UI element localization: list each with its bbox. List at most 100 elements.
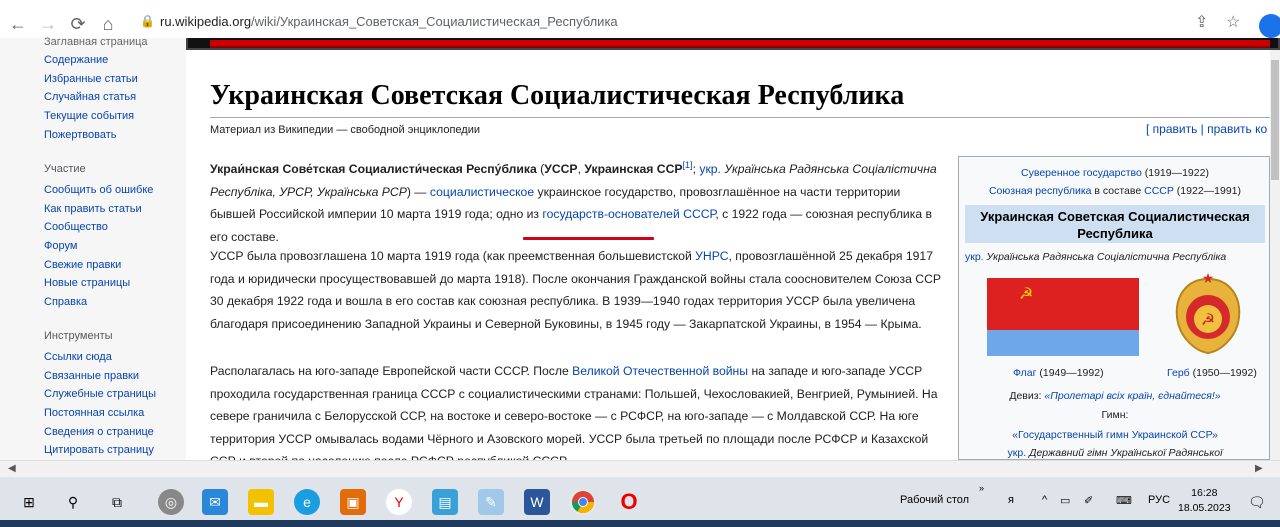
pen-icon[interactable]: ✐ [1084, 494, 1093, 507]
share-icon[interactable]: ⇪ [1195, 12, 1208, 32]
windows-start-icon[interactable]: ⊞ [16, 489, 42, 515]
forward-arrow-icon[interactable]: → [36, 12, 60, 36]
chrome-icon[interactable] [570, 489, 596, 515]
desktop-toolbar-label[interactable]: Рабочий стол [900, 494, 969, 506]
sidebar-item-links-here[interactable]: Ссылки сюда [44, 351, 112, 363]
flag-image[interactable]: ☭ [987, 278, 1139, 356]
url-path: /wiki/Украинская_Советская_Социалистичес… [251, 14, 618, 29]
sidebar-item-community[interactable]: Сообщество [44, 221, 108, 233]
search-icon[interactable]: ⚲ [60, 489, 86, 515]
app-icon-2[interactable]: ▣ [340, 489, 366, 515]
text: Державний гімн Української Радянської [1026, 447, 1223, 459]
clock[interactable]: 16:28 18.05.2023 [1178, 486, 1231, 516]
sidebar-item-recent-changes[interactable]: Свежие правки [44, 259, 121, 271]
coat-caption: Герб (1950—1992) [1167, 367, 1257, 379]
edit-link[interactable]: [ править | править ко [1146, 122, 1267, 136]
network-icon[interactable]: ▭ [1060, 494, 1070, 507]
app-icon-1[interactable]: ◎ [158, 489, 184, 515]
svg-text:☭: ☭ [1201, 310, 1215, 329]
socialist-link[interactable]: социалистическое [430, 185, 534, 199]
text: (1919—1922) [1141, 167, 1209, 179]
ukr-link[interactable]: укр. [965, 251, 984, 263]
paragraph-proclamation: УССР была провозглашена 10 марта 1919 го… [210, 245, 946, 335]
keyboard-icon[interactable]: ⌨ [1116, 494, 1132, 507]
sidebar-item-contents[interactable]: Содержание [44, 54, 108, 66]
union-republic-link[interactable]: Союзная республика [989, 185, 1092, 197]
infobox: Суверенное государство (1919—1922) Союзн… [958, 156, 1270, 460]
coat-of-arms-image[interactable]: ☭ ★ [1171, 265, 1245, 357]
text: ; одно из [489, 207, 543, 222]
red-underline-annotation [523, 237, 654, 240]
infobox-ukrainian-name: укр. Українська Радянська Соціалістична … [965, 251, 1265, 263]
opera-icon[interactable]: O [616, 489, 642, 515]
footnote-link[interactable]: [1] [683, 160, 693, 170]
lock-icon[interactable]: 🔒 [140, 14, 155, 28]
app-icon-3[interactable]: ▤ [432, 489, 458, 515]
sidebar-heading-participation: Участие [44, 163, 86, 175]
anthem-ukr: укр. Державний гімн Української Радянськ… [959, 447, 1271, 459]
ukr-link[interactable]: укр. [699, 162, 721, 176]
motto-text[interactable]: «Пролетарі всіх країн, єднайтеся!» [1041, 390, 1220, 402]
scroll-left-icon[interactable]: ◀ [8, 463, 16, 474]
scroll-right-icon[interactable]: ▶ [1255, 463, 1263, 474]
sidebar-item-main[interactable]: Заглавная страница [44, 36, 148, 48]
sidebar-item-page-info[interactable]: Сведения о странице [44, 426, 154, 438]
sidebar-item-donate[interactable]: Пожертвовать [44, 129, 117, 141]
chevron-right-icon[interactable]: » [979, 483, 984, 493]
sidebar-item-forum[interactable]: Форум [44, 240, 77, 252]
mail-icon[interactable]: ✉ [202, 489, 228, 515]
flag-blue-band [987, 330, 1139, 356]
text: ) — [406, 184, 430, 199]
sidebar-item-featured[interactable]: Избранные статьи [44, 73, 138, 85]
sidebar-item-report-error[interactable]: Сообщить об ошибке [44, 184, 153, 196]
file-explorer-icon[interactable]: ▬ [248, 489, 274, 515]
url-host: ru.wikipedia.org [160, 14, 252, 29]
sovereign-state-link[interactable]: Суверенное государство [1021, 167, 1142, 179]
abbr-ussr: УССР [544, 162, 578, 177]
notifications-icon[interactable]: 🗨 [1248, 494, 1266, 511]
back-arrow-icon[interactable]: ← [6, 12, 30, 36]
sidebar-item-permanent-link[interactable]: Постоянная ссылка [44, 407, 144, 419]
reload-icon[interactable]: ⟳ [66, 12, 90, 36]
founders-link[interactable]: государств-основателей СССР [542, 207, 715, 221]
great-patriotic-war-link[interactable]: Великой Отечественной войны [572, 364, 748, 378]
chevron-up-icon[interactable]: ^ [1042, 494, 1047, 506]
sidebar-item-how-to-edit[interactable]: Как править статьи [44, 203, 142, 215]
infobox-motto: Девиз: «Пролетарі всіх країн, єднайтеся!… [959, 390, 1271, 402]
ussr-link[interactable]: СССР [1144, 185, 1174, 197]
people-icon[interactable]: ᴙ [1008, 494, 1014, 506]
language-indicator[interactable]: РУС [1148, 494, 1170, 506]
edge-icon[interactable]: e [294, 489, 320, 515]
vertical-scrollbar[interactable] [1270, 50, 1280, 460]
task-view-icon[interactable]: ⧉ [104, 489, 130, 515]
sidebar-item-random[interactable]: Случайная статья [44, 91, 136, 103]
yandex-icon[interactable]: Y [386, 489, 412, 515]
edit-links[interactable]: [ править | править ко [1146, 122, 1267, 136]
home-icon[interactable]: ⌂ [96, 12, 120, 36]
flag-link[interactable]: Флаг [1013, 367, 1036, 379]
sidebar-item-help[interactable]: Справка [44, 296, 87, 308]
sidebar-item-cite[interactable]: Цитировать страницу [44, 444, 154, 456]
sidebar-heading-tools: Инструменты [44, 330, 113, 342]
anthem-link[interactable]: «Государственный гимн Украинской ССР» [959, 429, 1271, 441]
profile-avatar[interactable] [1259, 14, 1280, 38]
sidebar-item-new-pages[interactable]: Новые страницы [44, 277, 130, 289]
page-title: Украинская Советская Социалистическая Ре… [210, 80, 905, 111]
bookmark-star-icon[interactable]: ☆ [1226, 12, 1240, 32]
sidebar-item-related-changes[interactable]: Связанные правки [44, 370, 139, 382]
text: Располагалась на юго-западе Европейской … [210, 364, 573, 378]
ukr-link-2[interactable]: укр. [1008, 447, 1027, 459]
paint-icon[interactable]: ✎ [478, 489, 504, 515]
word-icon[interactable]: W [524, 489, 550, 515]
coat-link[interactable]: Герб [1167, 367, 1190, 379]
sidebar: Заглавная страница Содержание Избранные … [0, 36, 186, 460]
bottom-edge [0, 520, 1280, 527]
sidebar-item-current-events[interactable]: Текущие события [44, 110, 134, 122]
horizontal-scrollbar[interactable]: ◀ ▶ [0, 460, 1280, 477]
address-bar[interactable]: ru.wikipedia.org/wiki/Украинская_Советск… [160, 14, 618, 29]
text: (1922—1991) [1173, 185, 1242, 197]
scrollbar-thumb[interactable] [1271, 60, 1279, 180]
unrs-link[interactable]: УНРС [695, 249, 728, 263]
sidebar-item-special-pages[interactable]: Служебные страницы [44, 388, 156, 400]
tagline: Материал из Википедии — свободной энцикл… [210, 124, 480, 136]
